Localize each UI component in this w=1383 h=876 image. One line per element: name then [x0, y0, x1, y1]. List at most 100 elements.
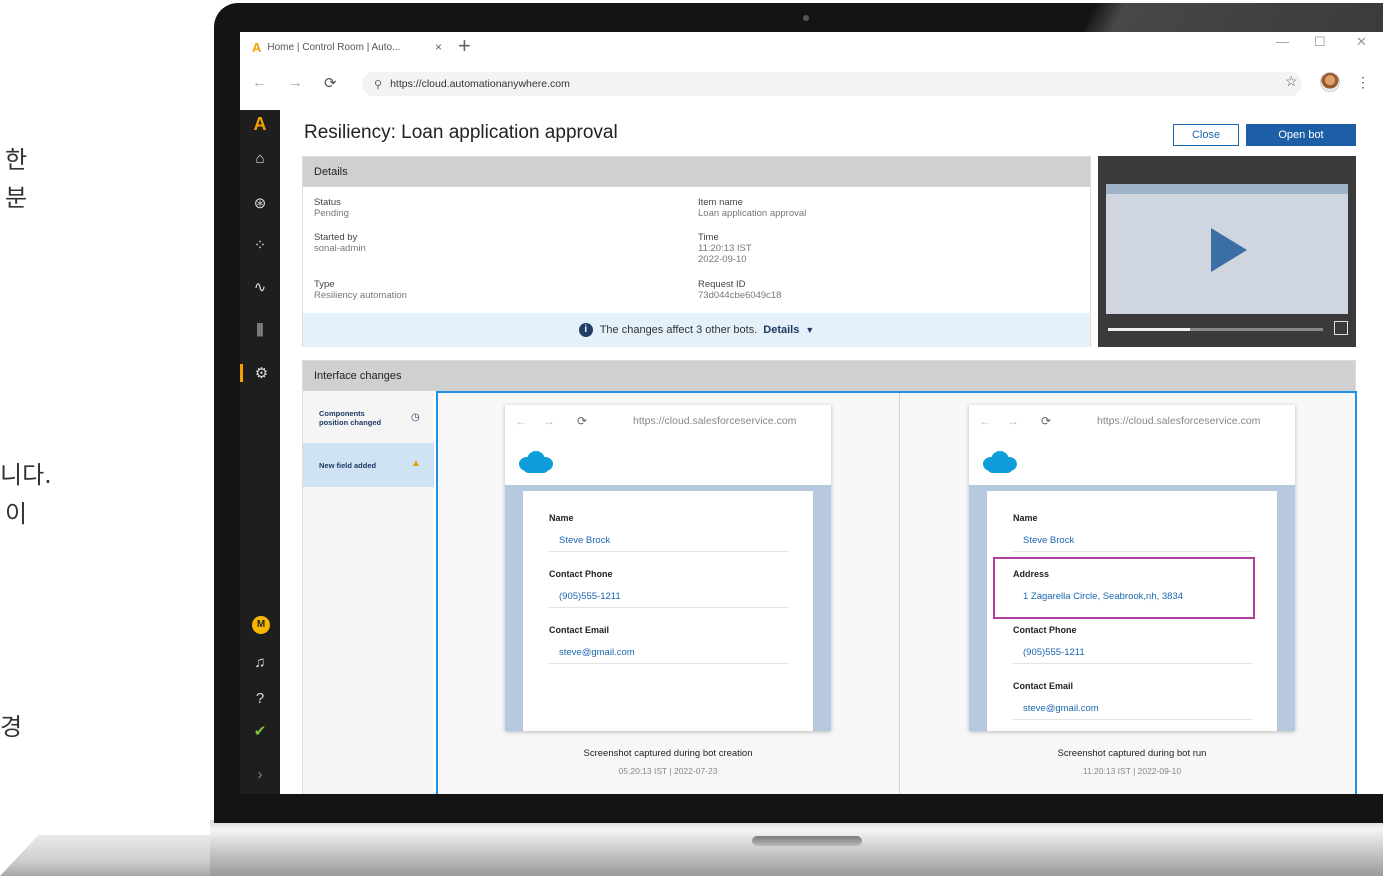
bezel-reflection	[1084, 3, 1383, 33]
back-icon: ←	[979, 414, 991, 428]
started-by-field: Started by sonal-admin	[314, 232, 366, 254]
forward-icon: →	[543, 414, 555, 428]
forward-icon[interactable]: →	[288, 74, 303, 91]
started-by-label: Started by	[314, 232, 358, 243]
reload-icon: ⟳	[577, 414, 588, 428]
video-progress-fill	[1108, 328, 1190, 331]
browser-menu-icon[interactable]: ⋮	[1356, 74, 1370, 91]
sliders-icon[interactable]: ⫼	[240, 322, 280, 339]
page-title: Resiliency: Loan application approval	[304, 122, 618, 143]
expand-icon[interactable]: ›	[240, 766, 280, 783]
home-icon[interactable]: ⌂	[240, 150, 280, 167]
minimize-icon[interactable]: —	[1276, 34, 1289, 49]
help-icon[interactable]: ?	[240, 690, 280, 707]
profile-avatar[interactable]	[1320, 72, 1340, 92]
play-icon[interactable]	[1211, 228, 1247, 272]
salesforce-cloud-icon	[519, 451, 553, 473]
automation-anywhere-logo-icon: A	[252, 39, 262, 55]
laptop-notch	[752, 836, 862, 846]
url-input[interactable]: ⚲ https://cloud.automationanywhere.com	[362, 72, 1302, 96]
browser-tab[interactable]: A Home | Control Room | Auto... ×	[252, 36, 442, 58]
mock-url: https://cloud.salesforceservice.com	[633, 415, 797, 427]
close-button[interactable]: Close	[1173, 124, 1239, 146]
window-close-icon[interactable]: ✕	[1356, 34, 1367, 50]
mock-address-bar: ← → ⟳ https://cloud.salesforceservice.co…	[505, 405, 831, 437]
side-text-4: 이	[5, 500, 28, 528]
status-check-icon[interactable]: ✔	[240, 722, 280, 740]
time-label: Time	[698, 232, 719, 243]
change-item-position[interactable]: Components position changed ◷	[303, 403, 434, 433]
date-value: 2022-09-10	[698, 254, 747, 265]
screenshot-comparison: ← → ⟳ https://cloud.salesforceservice.co…	[436, 391, 1357, 794]
change-item-label: New field added	[319, 460, 377, 470]
warning-icon: ▲	[411, 458, 421, 469]
status-value: Pending	[314, 208, 349, 219]
app-sidebar: A ⌂ ⊛ ⁘ ∿ ⫼ ⚙ M ♫ ? ✔ ›	[240, 110, 280, 794]
side-text-3: 니다.	[0, 461, 52, 489]
browser-tab-bar: A Home | Control Room | Auto... × + — ☐ …	[240, 32, 1383, 58]
time-field: Time 11:20:13 IST 2022-09-10	[698, 232, 752, 265]
chevron-down-icon[interactable]: ▼	[805, 325, 814, 335]
camera-icon	[803, 15, 809, 21]
forward-icon: →	[1007, 414, 1019, 428]
field-value: steve@gmail.com	[549, 647, 789, 664]
request-id-value: 73d044cbe6049c18	[698, 290, 782, 301]
tab-close-icon[interactable]: ×	[435, 40, 442, 54]
field-label: Name	[1013, 513, 1038, 523]
bell-icon[interactable]: ♫	[240, 654, 280, 671]
bot-run-video[interactable]	[1098, 156, 1356, 347]
creation-screenshot: ← → ⟳ https://cloud.salesforceservice.co…	[505, 405, 831, 731]
pulse-icon[interactable]: ∿	[240, 278, 280, 296]
run-timestamp: 11:20:13 IST | 2022-09-10	[1082, 766, 1182, 776]
item-name-value: Loan application approval	[698, 208, 807, 219]
new-field-highlight	[993, 557, 1255, 619]
new-tab-icon[interactable]: +	[458, 33, 471, 59]
change-item-new-field[interactable]: New field added ▲	[303, 443, 434, 487]
user-avatar[interactable]: M	[252, 616, 270, 634]
reload-icon: ⟳	[1041, 414, 1052, 428]
mock-url: https://cloud.salesforceservice.com	[1097, 415, 1261, 427]
type-value: Resiliency automation	[314, 290, 407, 301]
field-label: Contact Email	[1013, 681, 1074, 691]
bot-icon[interactable]: ⊛	[240, 194, 280, 212]
field-value: Steve Brock	[1013, 535, 1253, 552]
url-text: https://cloud.automationanywhere.com	[390, 78, 570, 90]
field-value: Steve Brock	[549, 535, 789, 552]
status-label: Status	[314, 197, 341, 208]
video-frame-toolbar	[1106, 184, 1348, 194]
mock-address-bar: ← → ⟳ https://cloud.salesforceservice.co…	[969, 405, 1295, 437]
request-id-label: Request ID	[698, 279, 746, 290]
comparison-divider	[899, 393, 900, 794]
field-value: steve@gmail.com	[1013, 703, 1253, 720]
open-bot-button[interactable]: Open bot	[1246, 124, 1356, 146]
impact-notice: i The changes affect 3 other bots. Detai…	[303, 313, 1090, 347]
app-logo-icon[interactable]: A	[240, 114, 280, 135]
salesforce-header	[969, 445, 1295, 483]
field-value: (905)555-1211	[549, 591, 789, 608]
laptop-base-edge	[0, 835, 214, 876]
change-item-label: Components	[319, 409, 365, 418]
type-field: Type Resiliency automation	[314, 279, 407, 301]
field-label: Name	[549, 513, 574, 523]
main-content: Resiliency: Loan application approval Cl…	[280, 110, 1383, 794]
settings-icon[interactable]: ⚙	[240, 364, 280, 382]
reload-icon[interactable]: ⟳	[324, 74, 337, 92]
laptop-screen: A Home | Control Room | Auto... × + — ☐ …	[240, 32, 1383, 794]
bookmark-star-icon[interactable]: ☆	[1285, 73, 1298, 90]
back-icon[interactable]: ←	[252, 74, 267, 91]
contact-card: Name Steve Brock Contact Phone (905)555-…	[523, 491, 813, 731]
fullscreen-icon[interactable]	[1334, 321, 1348, 335]
field-label: Contact Phone	[1013, 625, 1077, 635]
details-link[interactable]: Details	[763, 324, 799, 336]
field-label: Contact Phone	[549, 569, 613, 579]
type-label: Type	[314, 279, 335, 290]
request-id-field: Request ID 73d044cbe6049c18	[698, 279, 781, 301]
back-icon: ←	[515, 414, 527, 428]
maximize-icon[interactable]: ☐	[1314, 34, 1326, 50]
status-field: Status Pending	[314, 197, 349, 219]
details-heading: Details	[303, 157, 1090, 187]
salesforce-header	[505, 445, 831, 483]
activity-icon[interactable]: ⁘	[240, 236, 280, 254]
item-name-label: Item name	[698, 197, 743, 208]
video-progress-bar[interactable]	[1108, 328, 1323, 331]
